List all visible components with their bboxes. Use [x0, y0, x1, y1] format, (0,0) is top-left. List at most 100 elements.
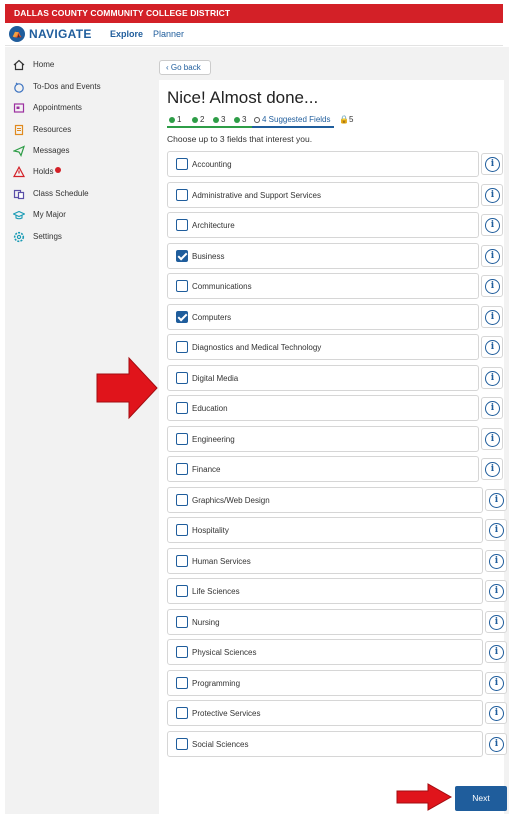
field-checkbox[interactable]: [176, 494, 188, 506]
field-checkbox[interactable]: [176, 616, 188, 628]
field-checkbox[interactable]: [176, 738, 188, 750]
field-checkbox[interactable]: [176, 341, 188, 353]
field-row[interactable]: Digital Media: [167, 365, 479, 391]
step-4-current[interactable]: 4 Suggested Fields: [254, 115, 331, 124]
step-1[interactable]: 1: [169, 115, 181, 124]
field-checkbox[interactable]: [176, 219, 188, 231]
field-row[interactable]: Programming: [167, 670, 483, 696]
field-row[interactable]: Protective Services: [167, 700, 483, 726]
schedule-icon: [13, 188, 25, 200]
field-row[interactable]: Life Sciences: [167, 578, 483, 604]
field-checkbox[interactable]: [176, 463, 188, 475]
field-checkbox[interactable]: [176, 677, 188, 689]
field-checkbox[interactable]: [176, 372, 188, 384]
field-checkbox[interactable]: [176, 707, 188, 719]
info-icon: i: [485, 249, 500, 264]
info-icon: i: [485, 371, 500, 386]
info-icon: i: [485, 218, 500, 233]
sidebar-item-holds[interactable]: Holds: [5, 162, 157, 182]
field-info-button[interactable]: i: [481, 214, 503, 236]
field-checkbox[interactable]: [176, 555, 188, 567]
field-label: Digital Media: [192, 374, 239, 383]
sidebar-item-my-major[interactable]: My Major: [5, 205, 157, 225]
field-info-button[interactable]: i: [481, 336, 503, 358]
info-icon: i: [485, 310, 500, 325]
field-checkbox[interactable]: [176, 585, 188, 597]
field-checkbox[interactable]: [176, 158, 188, 170]
field-row[interactable]: Accounting: [167, 151, 479, 177]
field-info-button[interactable]: i: [481, 397, 503, 419]
field-row[interactable]: Social Sciences: [167, 731, 483, 757]
field-info-button[interactable]: i: [485, 641, 507, 663]
todo-icon: [13, 81, 25, 93]
sidebar-item-class-schedule[interactable]: Class Schedule: [5, 184, 157, 204]
nav-planner-link[interactable]: Planner: [153, 29, 184, 39]
field-checkbox[interactable]: [176, 402, 188, 414]
field-checkbox[interactable]: [176, 250, 188, 262]
sidebar-item-appointments[interactable]: Appointments: [5, 98, 157, 118]
info-icon: i: [489, 676, 504, 691]
field-label: Life Sciences: [192, 587, 240, 596]
field-info-button[interactable]: i: [481, 458, 503, 480]
field-info-button[interactable]: i: [485, 489, 507, 511]
field-info-button[interactable]: i: [481, 245, 503, 267]
field-info-button[interactable]: i: [485, 733, 507, 755]
step-current-bar: [252, 126, 334, 128]
sidebar-item-settings[interactable]: Settings: [5, 227, 157, 247]
field-info-button[interactable]: i: [485, 550, 507, 572]
field-row[interactable]: Hospitality: [167, 517, 483, 543]
step-3[interactable]: 3: [213, 115, 225, 124]
field-row[interactable]: Diagnostics and Medical Technology: [167, 334, 479, 360]
next-button[interactable]: Next: [455, 786, 507, 811]
field-row[interactable]: Computers: [167, 304, 479, 330]
field-row[interactable]: Finance: [167, 456, 479, 482]
navigate-logo-text[interactable]: NAVIGATE: [29, 27, 92, 41]
field-info-button[interactable]: i: [485, 672, 507, 694]
go-back-button[interactable]: ‹ Go back: [159, 60, 211, 75]
field-row[interactable]: Education: [167, 395, 479, 421]
field-row[interactable]: Business: [167, 243, 479, 269]
nav-explore-link[interactable]: Explore: [110, 29, 143, 39]
field-checkbox[interactable]: [176, 646, 188, 658]
step-2[interactable]: 2: [192, 115, 204, 124]
sidebar-item-todos[interactable]: To-Dos and Events: [5, 77, 157, 97]
field-row[interactable]: Administrative and Support Services: [167, 182, 479, 208]
field-info-button[interactable]: i: [485, 580, 507, 602]
field-info-button[interactable]: i: [481, 367, 503, 389]
messages-icon: [12, 145, 26, 157]
gear-icon: [13, 231, 25, 243]
field-label: Physical Sciences: [192, 648, 257, 657]
step-complete-icon: [213, 116, 219, 123]
sidebar-item-resources[interactable]: Resources: [5, 120, 157, 140]
field-label: Accounting: [192, 160, 232, 169]
sidebar-item-home[interactable]: Home: [5, 55, 157, 75]
field-checkbox[interactable]: [176, 433, 188, 445]
field-row[interactable]: Architecture: [167, 212, 479, 238]
step-3b[interactable]: 3: [234, 115, 246, 124]
field-info-button[interactable]: i: [485, 702, 507, 724]
field-info-button[interactable]: i: [481, 306, 503, 328]
field-checkbox[interactable]: [176, 189, 188, 201]
field-row[interactable]: Physical Sciences: [167, 639, 483, 665]
field-info-button[interactable]: i: [485, 519, 507, 541]
sidebar-item-messages[interactable]: Messages: [5, 141, 157, 161]
field-checkbox[interactable]: [176, 311, 188, 323]
field-row[interactable]: Graphics/Web Design: [167, 487, 483, 513]
info-icon: i: [485, 340, 500, 355]
field-row[interactable]: Engineering: [167, 426, 479, 452]
field-row[interactable]: Communications: [167, 273, 479, 299]
field-info-button[interactable]: i: [481, 184, 503, 206]
field-info-button[interactable]: i: [485, 611, 507, 633]
field-checkbox[interactable]: [176, 280, 188, 292]
field-row[interactable]: Nursing: [167, 609, 483, 635]
field-info-button[interactable]: i: [481, 153, 503, 175]
field-info-button[interactable]: i: [481, 275, 503, 297]
navigate-logo-icon: ⛺: [9, 26, 25, 42]
field-label: Finance: [192, 465, 221, 474]
field-row[interactable]: Human Services: [167, 548, 483, 574]
sidebar: Home To-Dos and Events Appointments Reso…: [5, 47, 157, 814]
field-label: Administrative and Support Services: [192, 191, 321, 200]
field-checkbox[interactable]: [176, 524, 188, 536]
field-info-button[interactable]: i: [481, 428, 503, 450]
field-label: Protective Services: [192, 709, 261, 718]
